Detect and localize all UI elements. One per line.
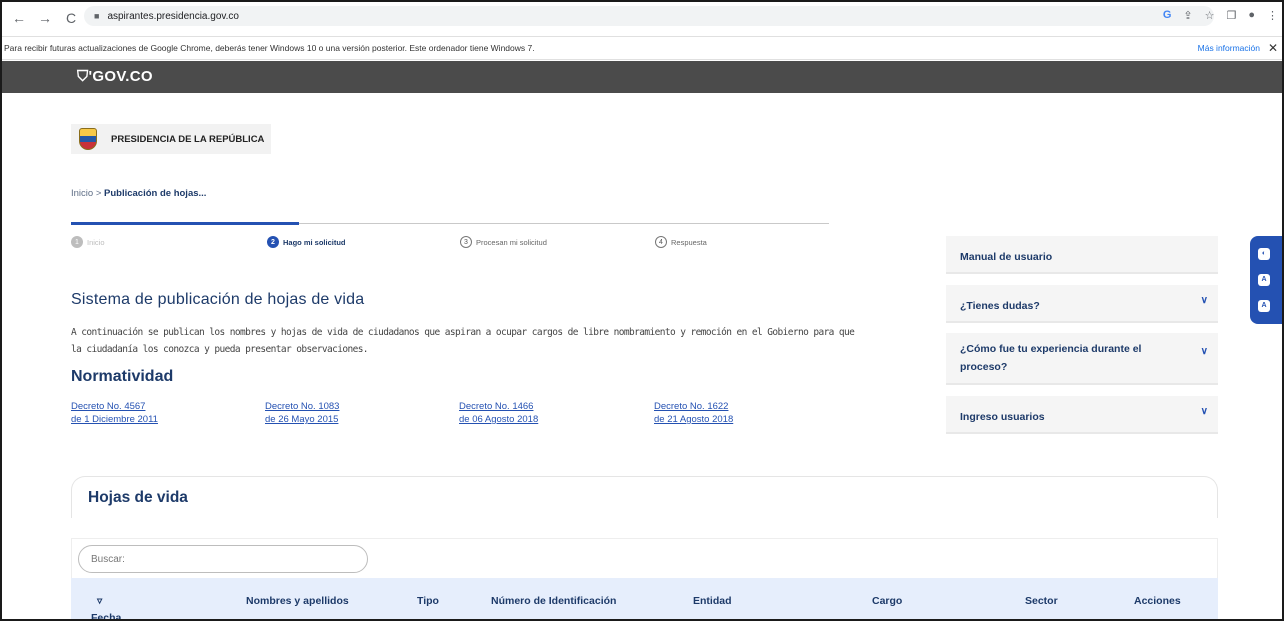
chevron-down-icon: ∨: [1200, 346, 1208, 357]
col-nombres[interactable]: Nombres y apellidos: [246, 595, 349, 607]
accessibility-toolbar: ◐ A A: [1250, 236, 1284, 324]
col-entidad[interactable]: Entidad: [693, 595, 732, 607]
page-title: Sistema de publicación de hojas de vida: [71, 291, 365, 308]
decree-number: Decreto No. 1466: [459, 401, 534, 412]
step-number: 4: [655, 236, 667, 248]
bookmark-star-icon[interactable]: ☆: [1205, 9, 1215, 22]
decree-date: de 21 Agosto 2018: [654, 414, 734, 425]
search-input[interactable]: Buscar:: [78, 545, 368, 573]
contrast-icon[interactable]: ◐: [1258, 248, 1270, 260]
dudas-label: ¿Tienes dudas?: [960, 300, 1040, 312]
manual-label: Manual de usuario: [960, 251, 1053, 263]
update-infobar: Para recibir futuras actualizaciones de …: [0, 36, 1284, 60]
infobar-message: Para recibir futuras actualizaciones de …: [4, 43, 535, 53]
step-number: 3: [460, 236, 472, 248]
share-icon[interactable]: ⇪: [1183, 9, 1192, 22]
col-acciones[interactable]: Acciones: [1134, 595, 1181, 607]
more-info-link[interactable]: Más información: [1198, 43, 1260, 53]
experiencia-label: ¿Cómo fue tu experiencia durante el proc…: [960, 343, 1142, 373]
stepper-track: [71, 222, 829, 225]
reload-icon[interactable]: C: [64, 10, 78, 26]
page-description: A continuación se publican los nombres y…: [71, 327, 855, 355]
govco-logo[interactable]: ⛉'GOV.CO: [77, 68, 153, 85]
font-increase-icon[interactable]: A: [1258, 300, 1270, 312]
step-label: Hago mi solicitud: [283, 237, 346, 247]
ingreso-label: Ingreso usuarios: [960, 411, 1045, 423]
col-fecha-publicacion[interactable]: Fecha Publicación ▿: [91, 595, 121, 621]
decree-link-1622[interactable]: Decreto No. 1622 de 21 Agosto 2018: [654, 400, 824, 426]
font-decrease-icon[interactable]: A: [1258, 274, 1270, 286]
step-1: 1 Inicio: [71, 236, 105, 248]
hojas-title: Hojas de vida: [88, 489, 188, 506]
decree-number: Decreto No. 4567: [71, 401, 146, 412]
experiencia-accordion[interactable]: ¿Cómo fue tu experiencia durante el proc…: [946, 333, 1218, 385]
chevron-down-icon: ∨: [1200, 295, 1208, 306]
address-bar[interactable]: ■ aspirantes.presidencia.gov.co: [84, 6, 1214, 26]
breadcrumb-current: Publicación de hojas...: [104, 188, 207, 199]
decree-link-1083[interactable]: Decreto No. 1083 de 26 Mayo 2015: [265, 400, 435, 426]
decree-date: de 06 Agosto 2018: [459, 414, 539, 425]
step-label: Respuesta: [671, 237, 707, 247]
decree-link-4567[interactable]: Decreto No. 4567 de 1 Diciembre 2011: [71, 400, 241, 426]
search-placeholder: Buscar:: [91, 553, 125, 565]
google-icon[interactable]: G: [1163, 9, 1172, 22]
col-cargo[interactable]: Cargo: [872, 595, 902, 607]
browser-toolbar: ← → C ■ aspirantes.presidencia.gov.co G …: [0, 0, 1284, 36]
sort-icon[interactable]: ▿: [97, 595, 102, 607]
decree-date: de 1 Diciembre 2011: [71, 414, 158, 425]
dudas-accordion[interactable]: ¿Tienes dudas? ∨: [946, 285, 1218, 323]
menu-icon[interactable]: ⋮: [1267, 9, 1278, 22]
col-tipo[interactable]: Tipo: [417, 595, 439, 607]
breadcrumb-home[interactable]: Inicio: [71, 188, 93, 199]
stepper-progress: [71, 222, 299, 225]
close-icon[interactable]: ✕: [1268, 41, 1278, 55]
step-label: Inicio: [87, 237, 105, 247]
hojas-card: Hojas de vida: [71, 476, 1218, 518]
profile-icon[interactable]: ●: [1248, 9, 1255, 22]
presidencia-logo[interactable]: PRESIDENCIA DE LA REPÚBLICA: [71, 124, 271, 154]
ingreso-usuarios-accordion[interactable]: Ingreso usuarios ∨: [946, 396, 1218, 434]
url-text: aspirantes.presidencia.gov.co: [107, 10, 239, 22]
back-icon[interactable]: ←: [12, 10, 26, 26]
side-panel-icon[interactable]: ❐: [1226, 9, 1236, 22]
toolbar-icons: G ⇪ ☆ ❐ ● ⋮: [1163, 9, 1278, 22]
col-sector[interactable]: Sector: [1025, 595, 1058, 607]
manual-usuario-link[interactable]: Manual de usuario: [946, 236, 1218, 274]
breadcrumb-separator: >: [93, 188, 105, 199]
decree-number: Decreto No. 1622: [654, 401, 729, 412]
table-header: Fecha Publicación ▿ Nombres y apellidos …: [71, 578, 1218, 621]
decree-date: de 26 Mayo 2015: [265, 414, 339, 425]
normatividad-heading: Normatividad: [71, 368, 174, 385]
step-2: 2 Hago mi solicitud: [267, 236, 346, 248]
forward-icon[interactable]: →: [38, 10, 52, 26]
col-identificacion[interactable]: Número de Identificación: [491, 595, 616, 607]
entity-name: PRESIDENCIA DE LA REPÚBLICA: [111, 133, 265, 145]
step-4: 4 Respuesta: [655, 236, 707, 248]
step-label: Procesan mi solicitud: [476, 237, 547, 247]
gov-bar: ⛉'GOV.CO: [2, 61, 1282, 93]
col-label: Fecha Publicación: [91, 612, 122, 621]
lock-icon: ■: [94, 11, 100, 21]
step-3: 3 Procesan mi solicitud: [460, 236, 547, 248]
breadcrumb: Inicio > Publicación de hojas...: [71, 188, 206, 199]
step-number: 2: [267, 236, 279, 248]
decree-link-1466[interactable]: Decreto No. 1466 de 06 Agosto 2018: [459, 400, 629, 426]
chevron-down-icon: ∨: [1200, 406, 1208, 417]
coat-of-arms-icon: [79, 128, 97, 150]
step-number: 1: [71, 236, 83, 248]
decree-number: Decreto No. 1083: [265, 401, 340, 412]
